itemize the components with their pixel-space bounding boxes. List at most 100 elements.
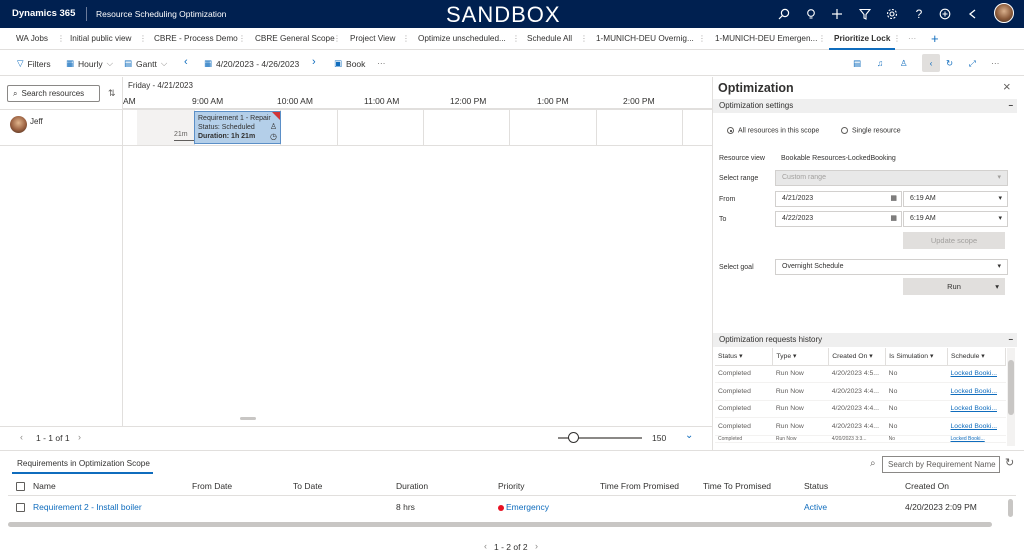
tab-menu-icon[interactable]: ⋮ xyxy=(333,34,341,43)
zoom-slider-thumb[interactable] xyxy=(568,432,579,443)
tab-initial-public-view[interactable]: Initial public view xyxy=(70,34,131,43)
update-scope-button[interactable]: Update scope xyxy=(903,232,1005,249)
requirement-name-link[interactable]: Requirement 2 - Install boiler xyxy=(33,502,142,512)
app-title[interactable]: Resource Scheduling Optimization xyxy=(96,9,226,19)
calendar-icon[interactable]: ▦ xyxy=(890,212,897,226)
history-col-schedule[interactable]: Schedule ▾ xyxy=(947,348,1006,366)
history-col-status[interactable]: Status ▾ xyxy=(715,348,774,366)
filters-button[interactable]: ▽ Filters xyxy=(17,58,51,69)
schedule-link[interactable]: Locked Booki... xyxy=(951,370,997,377)
requirement-search-input[interactable]: Search by Requirement Name xyxy=(882,456,1000,473)
tab-schedule-all[interactable]: Schedule All xyxy=(527,34,572,43)
add-circle-icon[interactable] xyxy=(937,6,953,22)
tab-project-view[interactable]: Project View xyxy=(350,34,395,43)
tab-cbre-general-scope[interactable]: CBRE General Scope xyxy=(255,34,335,43)
tab-munich-emergency[interactable]: 1-MUNICH-DEU Emergen... xyxy=(715,34,817,43)
scope-all-radio[interactable]: All resources in this scope xyxy=(727,127,819,134)
tab-menu-icon[interactable]: ⋮ xyxy=(698,34,706,43)
history-row[interactable]: Completed Run Now 4/20/2023 4:4... No Locked… xyxy=(715,382,1006,401)
to-date-field[interactable]: 4/22/2023 ▦ xyxy=(775,211,902,227)
tab-prioritize-lock[interactable]: Prioritize Lock xyxy=(834,34,890,43)
add-tab-icon[interactable]: + xyxy=(931,31,939,46)
scope-single-radio[interactable]: Single resource xyxy=(841,127,901,134)
calendar-icon[interactable]: ▦ xyxy=(890,192,897,206)
hourly-dropdown[interactable]: ▦ Hourly ⌵ xyxy=(66,58,113,69)
toolbar-more-button[interactable]: ··· xyxy=(377,58,386,68)
expand-icon[interactable]: ⤢ xyxy=(969,58,976,69)
history-col-created-on[interactable]: Created On ▾ xyxy=(828,348,887,366)
schedule-link[interactable]: Locked Booki... xyxy=(951,405,997,412)
lightbulb-icon[interactable] xyxy=(803,6,819,22)
tab-menu-icon[interactable]: ⋮ xyxy=(57,34,65,43)
schedule-link[interactable]: Locked Booki... xyxy=(951,388,997,395)
requirements-hscrollbar[interactable] xyxy=(8,522,992,527)
tab-cbre-process-demo[interactable]: CBRE - Process Demo xyxy=(154,34,238,43)
previous-range-button[interactable]: ‹ xyxy=(184,56,188,68)
close-icon[interactable]: × xyxy=(1003,79,1011,94)
search-icon[interactable]: ⌕ xyxy=(870,458,876,469)
next-page-button[interactable]: › xyxy=(535,541,538,551)
select-all-checkbox[interactable] xyxy=(16,482,25,491)
tab-menu-icon[interactable]: ⋮ xyxy=(580,34,588,43)
column-header-to-date[interactable]: To Date xyxy=(293,481,322,491)
priority-link[interactable]: Emergency xyxy=(506,502,549,512)
gantt-scrollbar[interactable] xyxy=(240,417,256,420)
tab-menu-icon[interactable]: ⋮ xyxy=(893,34,901,43)
column-header-status[interactable]: Status xyxy=(804,481,828,491)
column-header-time-to-promised[interactable]: Time To Promised xyxy=(703,481,771,491)
tab-menu-icon[interactable]: ⋮ xyxy=(512,34,520,43)
gantt-dropdown[interactable]: ▤ Gantt ⌵ xyxy=(124,58,167,69)
column-header-time-from-promised[interactable]: Time From Promised xyxy=(600,481,679,491)
to-time-field[interactable]: 6:19 AM ▾ xyxy=(903,211,1008,227)
alert-bell-icon[interactable]: ♫ xyxy=(877,58,883,68)
column-header-from-date[interactable]: From Date xyxy=(192,481,232,491)
booking-card[interactable]: Requirement 1 - Repair Status: Scheduled… xyxy=(194,111,281,144)
column-header-created-on[interactable]: Created On xyxy=(905,481,949,491)
select-goal-dropdown[interactable]: Overnight Schedule ▾ xyxy=(775,259,1008,275)
from-date-field[interactable]: 4/21/2023 ▦ xyxy=(775,191,902,207)
requirements-vscrollbar[interactable] xyxy=(1008,499,1013,517)
resource-search-input[interactable]: ⌕ Search resources xyxy=(7,85,100,102)
resource-name[interactable]: Jeff xyxy=(30,117,43,126)
tab-wa-jobs[interactable]: WA Jobs xyxy=(16,34,48,43)
details-icon[interactable]: ▤ xyxy=(853,58,861,69)
history-scrollbar-thumb[interactable] xyxy=(1008,360,1014,415)
column-header-duration[interactable]: Duration xyxy=(396,481,428,491)
requirement-status[interactable]: Active xyxy=(804,502,827,512)
assistant-icon[interactable] xyxy=(965,6,981,22)
toolbar-overflow-button[interactable]: ··· xyxy=(991,58,1000,68)
tab-menu-icon[interactable]: ⋮ xyxy=(818,34,826,43)
column-header-priority[interactable]: Priority xyxy=(498,481,524,491)
tab-menu-icon[interactable]: ⋮ xyxy=(139,34,147,43)
sort-icon[interactable]: ⇅ xyxy=(108,88,116,99)
collapse-icon[interactable]: − xyxy=(1008,99,1013,113)
more-tabs-button[interactable]: ··· xyxy=(908,34,916,43)
from-time-field[interactable]: 6:19 AM ▾ xyxy=(903,191,1008,207)
search-icon[interactable] xyxy=(776,6,792,22)
prev-page-button[interactable]: ‹ xyxy=(20,432,23,442)
gear-icon[interactable] xyxy=(884,6,900,22)
collapse-icon[interactable]: − xyxy=(1008,333,1013,347)
schedule-link[interactable]: Locked Booki... xyxy=(951,436,985,442)
tab-optimize-unscheduled[interactable]: Optimize unscheduled... xyxy=(418,34,506,43)
collapse-chevron-icon[interactable]: ⌄ xyxy=(685,430,693,441)
user-avatar[interactable] xyxy=(994,3,1014,23)
run-button[interactable]: Run ▾ xyxy=(903,278,1005,295)
history-row[interactable]: Completed Run Now 4/20/2023 3:3... No Locked… xyxy=(715,435,1006,443)
history-col-is-simulation[interactable]: Is Simulation ▾ xyxy=(885,348,949,366)
history-header[interactable]: Optimization requests history − xyxy=(713,333,1017,347)
history-row[interactable]: Completed Run Now 4/20/2023 4:4... No Locked… xyxy=(715,400,1006,418)
optimization-panel-icon[interactable]: ‹ xyxy=(922,54,940,72)
resource-row[interactable]: Jeff xyxy=(0,109,123,146)
book-button[interactable]: ▣ Book xyxy=(334,58,365,69)
tab-munich-overnight[interactable]: 1-MUNICH-DEU Overnig... xyxy=(596,34,694,43)
next-range-button[interactable]: › xyxy=(312,56,316,68)
prev-page-button[interactable]: ‹ xyxy=(484,541,487,551)
filter-icon[interactable] xyxy=(857,6,873,22)
tab-menu-icon[interactable]: ⋮ xyxy=(238,34,246,43)
history-row[interactable]: Completed Run Now 4/20/2023 4:5... No Locked… xyxy=(715,365,1006,383)
help-icon[interactable]: ? xyxy=(911,6,927,22)
tab-menu-icon[interactable]: ⋮ xyxy=(402,34,410,43)
brand-name[interactable]: Dynamics 365 xyxy=(12,8,75,19)
select-range-dropdown[interactable]: Custom range ▾ xyxy=(775,170,1008,186)
